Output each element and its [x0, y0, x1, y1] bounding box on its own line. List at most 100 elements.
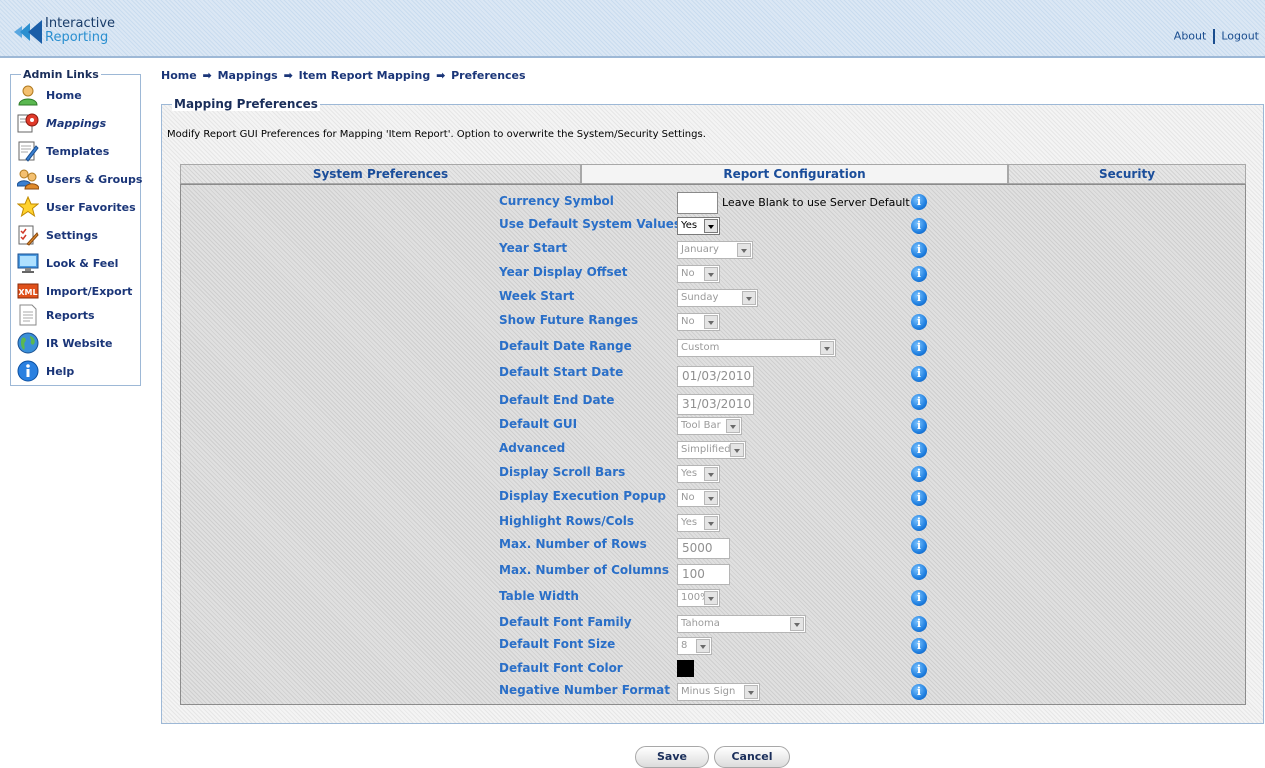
- info-icon[interactable]: i: [911, 366, 927, 382]
- sidebar-item-label: Look & Feel: [46, 257, 119, 270]
- info-icon[interactable]: i: [911, 418, 927, 434]
- sidebar-item-settings[interactable]: Settings: [17, 224, 141, 248]
- sidebar-item-label: Settings: [46, 229, 98, 242]
- info-icon[interactable]: i: [911, 442, 927, 458]
- sidebar-item-reports[interactable]: Reports: [17, 304, 141, 328]
- sidebar-item-label: Reports: [46, 309, 95, 322]
- globe-icon: [17, 332, 39, 354]
- interactive-reporting-logo[interactable]: Interactive Reporting: [14, 16, 134, 47]
- default-gui-select[interactable]: Tool Bar: [677, 417, 742, 435]
- default-font-size-select[interactable]: 8: [677, 637, 712, 655]
- advanced-select[interactable]: Simplified: [677, 441, 746, 459]
- sidebar-item-label: User Favorites: [46, 201, 136, 214]
- svg-text:XML: XML: [18, 288, 37, 297]
- info-icon[interactable]: i: [911, 194, 927, 210]
- currency-symbol-row: Currency Symbol Leave Blank to use Serve…: [181, 192, 1247, 214]
- chevron-down-icon: [704, 467, 718, 481]
- field-label: Currency Symbol: [499, 194, 614, 208]
- sidebar-item-look-feel[interactable]: Look & Feel: [17, 252, 141, 276]
- info-icon[interactable]: i: [911, 242, 927, 258]
- default-font-family-select[interactable]: Tahoma: [677, 615, 806, 633]
- field-label: Use Default System Values: [499, 217, 682, 231]
- user-icon: [18, 85, 38, 106]
- tab-security[interactable]: Security: [1008, 164, 1246, 184]
- info-icon[interactable]: i: [911, 266, 927, 282]
- table-width-select[interactable]: 100%: [677, 589, 720, 607]
- default-date-range-select[interactable]: Custom: [677, 339, 836, 357]
- tab-report-configuration[interactable]: Report Configuration: [581, 164, 1008, 184]
- logout-link[interactable]: Logout: [1221, 30, 1259, 43]
- select-value: Yes: [681, 468, 698, 479]
- info-icon[interactable]: i: [911, 490, 927, 506]
- sidebar-item-user-favorites[interactable]: User Favorites: [17, 196, 141, 220]
- field-label: Display Scroll Bars: [499, 465, 626, 479]
- sidebar-item-users-groups[interactable]: Users & Groups: [17, 168, 142, 192]
- info-icon[interactable]: i: [911, 538, 927, 554]
- currency-symbol-input[interactable]: [677, 192, 718, 214]
- display-scroll-bars-select[interactable]: Yes: [677, 465, 720, 483]
- select-value: Yes: [681, 220, 698, 231]
- field-label: Display Execution Popup: [499, 489, 666, 503]
- info-icon[interactable]: i: [911, 290, 927, 306]
- info-icon[interactable]: i: [911, 662, 927, 678]
- highlight-rows-cols-select[interactable]: Yes: [677, 514, 720, 532]
- chevron-down-icon: [704, 267, 718, 281]
- about-link[interactable]: About: [1174, 30, 1207, 43]
- font-color-swatch[interactable]: [677, 660, 694, 677]
- info-icon[interactable]: i: [911, 466, 927, 482]
- cancel-button[interactable]: Cancel: [714, 746, 790, 768]
- field-label: Default Font Size: [499, 637, 616, 651]
- select-value: Custom: [681, 342, 720, 353]
- info-icon[interactable]: i: [911, 340, 927, 356]
- save-button[interactable]: Save: [635, 746, 709, 768]
- negative-number-format-row: Negative Number Format Minus Sign i: [181, 681, 1247, 703]
- chevron-down-icon: [704, 591, 718, 605]
- breadcrumb-item-report-mapping[interactable]: Item Report Mapping: [299, 69, 431, 82]
- use-default-system-values-select[interactable]: Yes: [677, 217, 720, 235]
- show-future-ranges-select[interactable]: No: [677, 313, 720, 331]
- info-icon[interactable]: i: [911, 314, 927, 330]
- year-display-offset-select[interactable]: No: [677, 265, 720, 283]
- max-number-of-rows-input[interactable]: 5000: [677, 538, 730, 559]
- year-start-select[interactable]: January: [677, 241, 753, 259]
- help-icon: [17, 360, 39, 382]
- default-start-date-input[interactable]: 01/03/2010: [677, 366, 754, 387]
- info-icon[interactable]: i: [911, 218, 927, 234]
- sidebar-item-ir-website[interactable]: IR Website: [17, 332, 141, 356]
- max-number-of-columns-input[interactable]: 100: [677, 564, 730, 585]
- advanced-row: Advanced Simplified i: [181, 439, 1247, 461]
- breadcrumb-mappings[interactable]: Mappings: [218, 69, 278, 82]
- field-label: Negative Number Format: [499, 683, 670, 697]
- chevron-down-icon: [726, 419, 740, 433]
- tab-system-preferences[interactable]: System Preferences: [180, 164, 581, 184]
- info-icon[interactable]: i: [911, 616, 927, 632]
- breadcrumb-arrow-icon: ➡: [436, 69, 446, 82]
- sidebar-item-mappings[interactable]: Mappings: [17, 112, 141, 136]
- default-font-size-row: Default Font Size 8 i: [181, 635, 1247, 657]
- info-icon[interactable]: i: [911, 394, 927, 410]
- info-icon[interactable]: i: [911, 564, 927, 580]
- info-icon[interactable]: i: [911, 515, 927, 531]
- sidebar-item-import-export[interactable]: XML Import/Export: [17, 280, 141, 304]
- select-value: No: [681, 492, 695, 503]
- sidebar-item-help[interactable]: Help: [17, 360, 141, 384]
- logo-text-line2: Reporting: [45, 30, 109, 45]
- chevron-down-icon: [744, 685, 758, 699]
- sidebar-item-templates[interactable]: Templates: [17, 140, 141, 164]
- week-start-select[interactable]: Sunday: [677, 289, 758, 307]
- field-label: Default Start Date: [499, 365, 624, 379]
- default-end-date-input[interactable]: 31/03/2010: [677, 394, 754, 415]
- field-label: Max. Number of Columns: [499, 563, 669, 577]
- field-label: Highlight Rows/Cols: [499, 514, 634, 528]
- breadcrumb-home[interactable]: Home: [161, 69, 197, 82]
- info-icon[interactable]: i: [911, 590, 927, 606]
- info-icon[interactable]: i: [911, 684, 927, 700]
- sidebar-item-home[interactable]: Home: [17, 84, 141, 108]
- header-bar: Interactive Reporting About Logout: [0, 0, 1265, 58]
- negative-number-format-select[interactable]: Minus Sign: [677, 683, 760, 701]
- display-execution-popup-select[interactable]: No: [677, 489, 720, 507]
- default-end-date-row: Default End Date 31/03/2010 i: [181, 391, 1247, 415]
- chevron-down-icon: [820, 341, 834, 355]
- table-width-row: Table Width 100% i: [181, 587, 1247, 609]
- info-icon[interactable]: i: [911, 638, 927, 654]
